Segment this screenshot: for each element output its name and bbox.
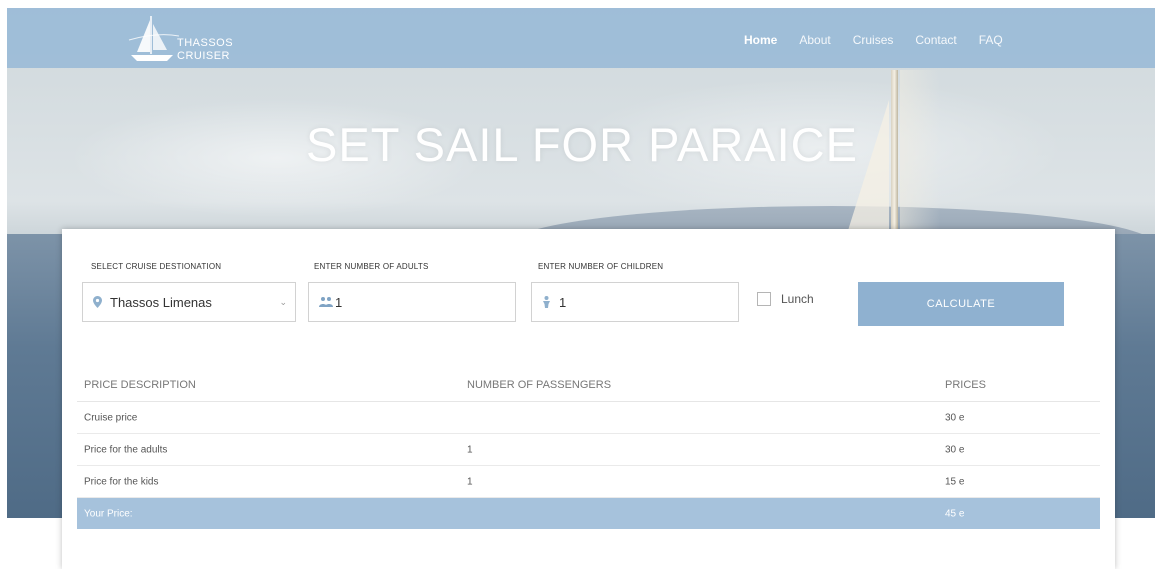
lunch-checkbox[interactable]: Lunch <box>757 292 814 306</box>
row-description: Price for the adults <box>84 444 168 455</box>
table-row: Cruise price 30 e <box>77 402 1100 434</box>
destination-select[interactable]: Thassos Limenas ⌄ <box>82 282 296 322</box>
calculate-button[interactable]: CALCULATE <box>858 282 1064 326</box>
top-navbar: THASSOS CRUISER Home About Cruises Conta… <box>7 8 1155 68</box>
row-price: 30 e <box>945 444 965 455</box>
map-pin-icon <box>93 296 102 308</box>
destination-label: SELECT CRUISE DESTIONATION <box>91 262 222 271</box>
group-icon <box>319 296 333 308</box>
price-table: PRICE DESCRIPTION NUMBER OF PASSENGERS P… <box>77 369 1100 529</box>
nav-home[interactable]: Home <box>744 33 777 47</box>
header-prices: PRICES <box>945 379 986 391</box>
adults-input[interactable]: 1 <box>308 282 516 322</box>
sailboat-icon <box>128 16 179 61</box>
total-row: Your Price: 45 e <box>77 498 1100 529</box>
nav-faq[interactable]: FAQ <box>979 33 1003 47</box>
row-description: Price for the kids <box>84 476 159 487</box>
row-price: 30 e <box>945 412 965 423</box>
header-passengers: NUMBER OF PASSENGERS <box>467 379 612 391</box>
adults-value: 1 <box>335 294 343 310</box>
brand-name-line1: THASSOS <box>177 37 234 49</box>
nav-about[interactable]: About <box>799 33 830 47</box>
adults-label: ENTER NUMBER OF ADULTS <box>314 262 429 271</box>
checkbox-box[interactable] <box>757 292 771 306</box>
booking-card: SELECT CRUISE DESTIONATION ENTER NUMBER … <box>62 229 1115 569</box>
lunch-label: Lunch <box>781 292 814 306</box>
total-label: Your Price: <box>84 508 133 519</box>
table-header-row: PRICE DESCRIPTION NUMBER OF PASSENGERS P… <box>77 369 1100 402</box>
nav-contact[interactable]: Contact <box>915 33 956 47</box>
total-price: 45 e <box>945 508 965 519</box>
row-passengers: 1 <box>467 444 473 455</box>
table-row: Price for the adults 1 30 e <box>77 434 1100 466</box>
chevron-down-icon: ⌄ <box>279 296 287 307</box>
destination-value: Thassos Limenas <box>110 294 212 310</box>
row-description: Cruise price <box>84 412 138 423</box>
hero-title: SET SAIL FOR PARAICE <box>306 118 858 171</box>
nav-cruises[interactable]: Cruises <box>853 33 894 47</box>
row-passengers: 1 <box>467 476 473 487</box>
main-nav: Home About Cruises Contact FAQ <box>744 33 1025 47</box>
children-value: 1 <box>559 294 567 310</box>
brand-name-line2: CRUISER <box>177 50 231 62</box>
table-row: Price for the kids 1 15 e <box>77 466 1100 498</box>
children-input[interactable]: 1 <box>531 282 739 322</box>
child-icon <box>542 296 551 308</box>
row-price: 15 e <box>945 476 965 487</box>
header-description: PRICE DESCRIPTION <box>84 379 196 391</box>
brand-logo[interactable]: THASSOS CRUISER <box>127 14 257 64</box>
children-label: ENTER NUMBER OF CHILDREN <box>538 262 664 271</box>
